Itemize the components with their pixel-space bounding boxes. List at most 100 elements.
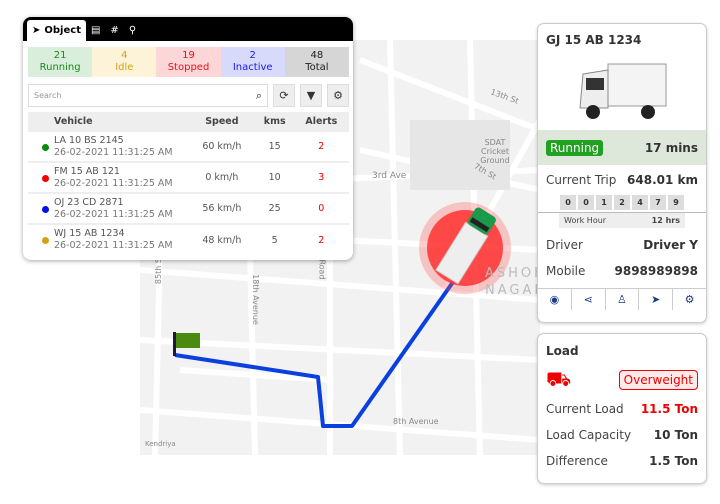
- load-capacity-value: 10 Ton: [653, 428, 698, 442]
- vehicle-alerts[interactable]: 2: [293, 223, 349, 255]
- search-icon[interactable]: ⌕: [256, 89, 262, 103]
- column-header-speed[interactable]: Speed: [188, 112, 256, 131]
- table-row[interactable]: FM 15 AB 121 26-02-2021 11:31:25 AM 0 km/h…: [28, 161, 349, 193]
- navigation-arrow-icon: ➤: [32, 25, 41, 36]
- panel-tabs: ➤ Object ▤ # ⚲: [23, 17, 353, 41]
- place-label: SDAT Cricket Ground: [480, 138, 510, 165]
- trip-label: Current Trip: [546, 173, 617, 187]
- tab-object[interactable]: ➤ Object: [27, 20, 86, 41]
- map-pin-network-icon: ⚲: [128, 25, 137, 36]
- network-icon: ♙: [617, 293, 627, 306]
- vehicle-kms: 15: [255, 130, 294, 162]
- difference-label: Difference: [546, 454, 608, 468]
- overweight-badge: Overweight: [618, 370, 698, 390]
- status-label: Inactive: [232, 62, 273, 73]
- odometer-digit: 1: [596, 195, 612, 210]
- vehicle-timestamp: 26-02-2021 11:31:25 AM: [54, 146, 173, 158]
- street-label: Road: [317, 259, 327, 280]
- status-count: 19: [182, 50, 195, 61]
- vehicle-alerts[interactable]: 0: [293, 192, 349, 224]
- vehicle-name: OJ 23 CD 2871: [54, 196, 124, 208]
- place-label: Kendriya: [145, 440, 176, 448]
- vehicle-speed: 48 km/h: [188, 223, 256, 255]
- street-label: 3rd Ave: [372, 171, 407, 181]
- vehicle-name: LA 10 BS 2145: [54, 134, 124, 146]
- status-filter-running[interactable]: 21 Running: [28, 47, 93, 77]
- odometer-digit: 9: [668, 195, 684, 210]
- work-hour-value: 12 hrs: [651, 216, 680, 225]
- load-card: Load ⛟ Overweight Current Load 11.5 Ton L…: [537, 333, 707, 484]
- column-header-vehicle[interactable]: Vehicle: [28, 112, 188, 131]
- work-hour-label: Work Hour: [564, 216, 607, 225]
- overload-truck-icon: ⛟: [546, 366, 572, 391]
- settings-search-icon: ⚙: [684, 293, 695, 306]
- refresh-button[interactable]: ⟳: [273, 84, 295, 107]
- share-icon: ⋖: [583, 293, 593, 306]
- network-button[interactable]: ♙: [606, 289, 640, 310]
- table-row[interactable]: WJ 15 AB 1234 26-02-2021 11:31:25 AM 48 km…: [28, 223, 349, 255]
- view-button[interactable]: ◉: [538, 289, 572, 310]
- status-filter-stopped[interactable]: 19 Stopped: [156, 47, 221, 77]
- vehicle-name: FM 15 AB 121: [54, 165, 120, 177]
- eye-icon: ◉: [549, 293, 560, 306]
- share-button[interactable]: ⋖: [572, 289, 606, 310]
- odometer-digit: 2: [614, 195, 630, 210]
- search-placeholder: Search: [34, 91, 62, 100]
- filter-button[interactable]: ▼: [300, 84, 322, 107]
- odometer-digit: 0: [578, 195, 594, 210]
- vehicle-kms: 25: [255, 192, 294, 224]
- status-label: Total: [305, 62, 329, 73]
- load-title: Load: [546, 344, 579, 358]
- status-label: Running: [39, 62, 81, 73]
- vehicle-alerts[interactable]: 2: [293, 130, 349, 162]
- status-dot: [42, 206, 49, 213]
- settings-button[interactable]: ⚙: [327, 84, 349, 107]
- tab-clipboard[interactable]: ▤: [86, 20, 105, 41]
- odometer: 0012479: [538, 195, 706, 210]
- status-count: 48: [310, 50, 324, 61]
- vehicle-timestamp: 26-02-2021 11:31:25 AM: [54, 240, 173, 251]
- navigate-button[interactable]: ➤: [639, 289, 674, 310]
- odometer-digit: 7: [650, 195, 666, 210]
- tab-map-pin[interactable]: ⚲: [124, 20, 141, 41]
- status-filter-inactive[interactable]: 2 Inactive: [220, 47, 285, 77]
- status-dot: [42, 237, 49, 244]
- status-duration: 17 mins: [644, 140, 698, 155]
- table-row[interactable]: LA 10 BS 2145 26-02-2021 11:31:25 AM 60 km…: [28, 130, 349, 162]
- column-header-alerts[interactable]: Alerts: [293, 112, 349, 131]
- filter-icon: ▼: [306, 89, 316, 102]
- status-summary: 21 Running 4 Idle 19 Stopped 2 Inactive 48 Total: [28, 47, 350, 77]
- vehicle-speed: 0 km/h: [188, 161, 256, 193]
- settings-search-button[interactable]: ⚙: [673, 289, 706, 310]
- tab-railway[interactable]: #: [105, 20, 123, 41]
- status-filter-idle[interactable]: 4 Idle: [92, 47, 157, 77]
- area-label: ASHOK NAGAR: [485, 266, 547, 298]
- status-count: 21: [53, 50, 67, 61]
- search-input[interactable]: Search ⌕: [28, 84, 268, 107]
- status-dot: [42, 175, 49, 182]
- tab-label: Object: [44, 25, 81, 36]
- driver-label: Driver: [546, 237, 583, 252]
- odometer-digit: 4: [632, 195, 648, 210]
- vehicle-alerts[interactable]: 3: [293, 161, 349, 193]
- odometer-digit: 0: [560, 195, 576, 210]
- status-filter-total[interactable]: 48 Total: [284, 47, 350, 77]
- status-count: 4: [121, 50, 128, 61]
- vehicle-kms: 10: [255, 161, 294, 193]
- current-load-label: Current Load: [546, 402, 624, 416]
- vehicle-plate: GJ 15 AB 1234: [546, 33, 642, 47]
- gear-icon: ⚙: [333, 89, 343, 102]
- status-label: Stopped: [167, 62, 210, 73]
- trip-value: 648.01 km: [627, 173, 698, 187]
- driver-value: Driver Y: [643, 237, 698, 252]
- table-row[interactable]: OJ 23 CD 2871 26-02-2021 11:31:25 AM 56 km…: [28, 192, 349, 224]
- vehicle-kms: 5: [255, 223, 294, 255]
- object-panel: ➤ Object ▤ # ⚲ 21 Running 4 Idle 19 Stopped 2 In…: [23, 17, 353, 260]
- column-header-kms[interactable]: kms: [255, 112, 294, 131]
- vehicle-timestamp: 26-02-2021 11:31:25 AM: [54, 208, 173, 220]
- vehicle-name: WJ 15 AB 1234: [54, 228, 125, 239]
- start-flag-pole: [173, 332, 176, 356]
- vehicle-timestamp: 26-02-2021 11:31:25 AM: [54, 177, 173, 189]
- load-capacity-label: Load Capacity: [546, 428, 632, 442]
- status-dot: [42, 144, 49, 151]
